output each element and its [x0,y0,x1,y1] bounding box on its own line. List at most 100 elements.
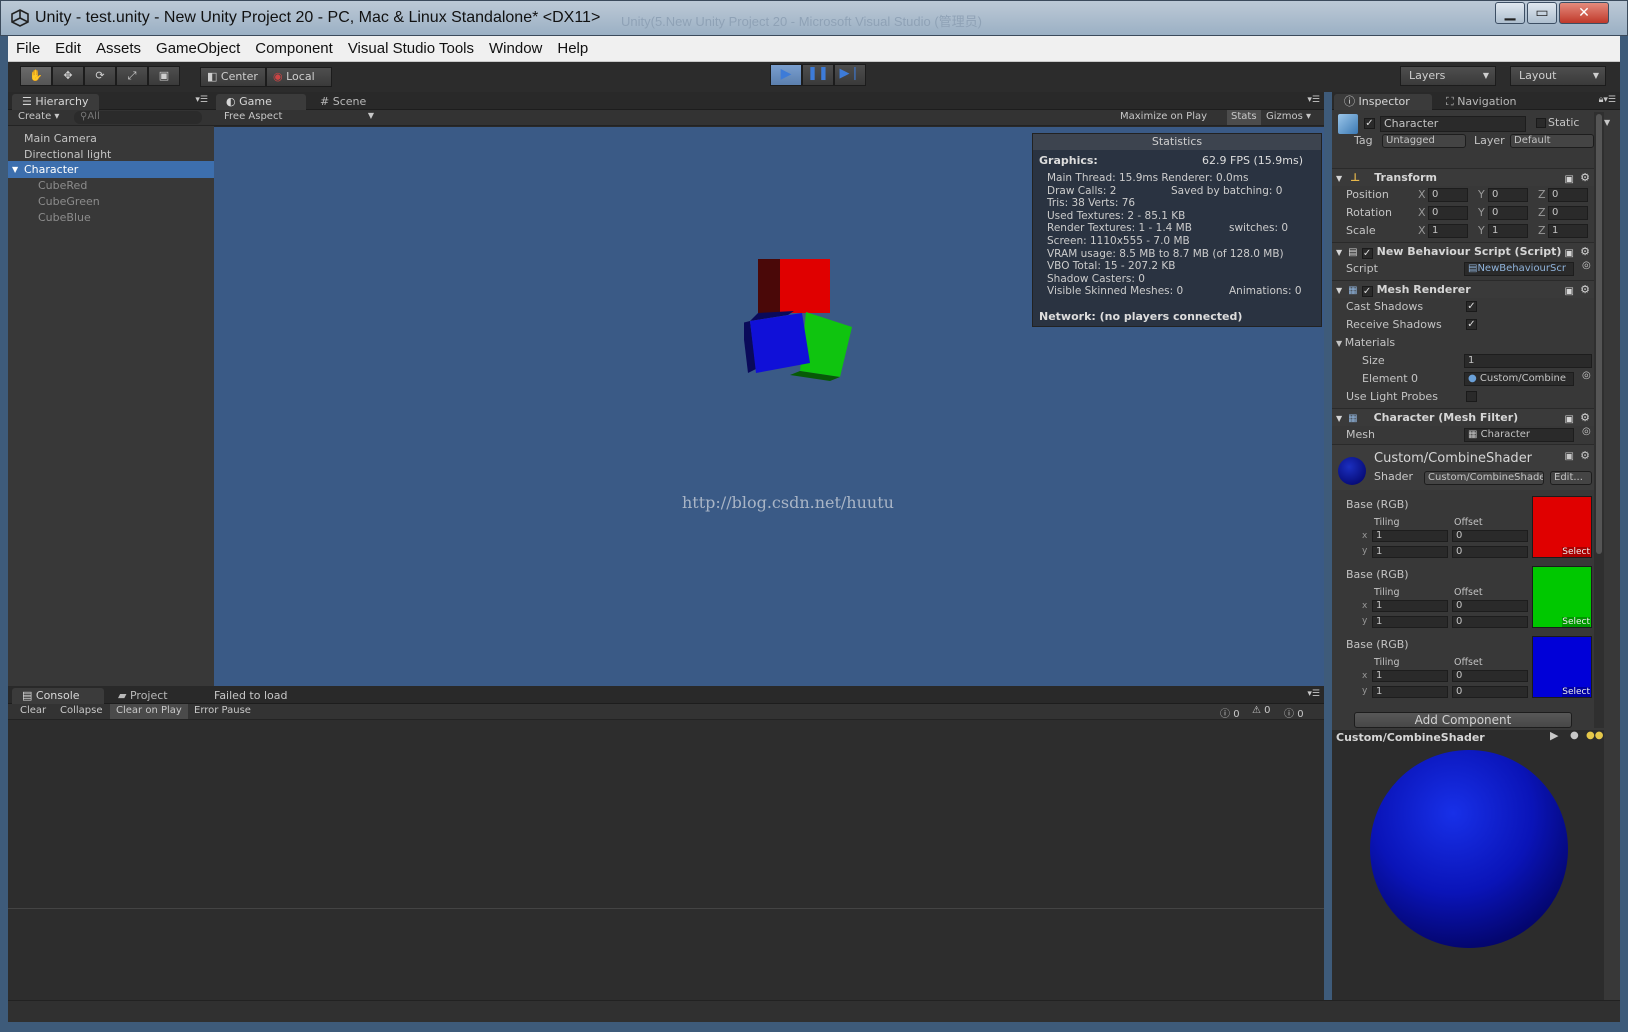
texture-select-button[interactable]: Select [1562,687,1590,697]
tab-navigation[interactable]: ⛶ Navigation [1436,94,1527,110]
offset-x-field[interactable]: 0 [1452,670,1528,682]
object-name-field[interactable]: Character [1380,116,1526,132]
hierarchy-item-cubegreen[interactable]: CubeGreen [38,193,100,210]
menu-gameobject[interactable]: GameObject [148,36,247,62]
scale-tool-icon[interactable]: ⤢ [116,66,148,86]
collapse-button[interactable]: Collapse [54,705,109,716]
script-component-header[interactable]: ▼ ▤ ✓ New Behaviour Script (Script) ▣ ⚙ [1332,242,1594,260]
script-object-field[interactable]: ▤NewBehaviourScr [1464,262,1574,276]
materials-size-field[interactable]: 1 [1464,354,1592,368]
hierarchy-item-cubered[interactable]: CubeRed [38,177,87,194]
mesh-filter-header[interactable]: ▼ ▦ Character (Mesh Filter) ▣ ⚙ [1332,408,1594,426]
shader-dropdown[interactable]: Custom/CombineShader [1424,471,1544,485]
offset-y-field[interactable]: 0 [1452,546,1528,558]
cast-shadows-checkbox[interactable]: ✓ [1466,301,1477,312]
panel-menu-icon[interactable]: ▾☰ [1307,95,1320,105]
gizmos-dropdown[interactable]: Gizmos ▾ [1266,111,1311,122]
error-count[interactable]: ⓘ 0 [1284,705,1304,720]
layout-dropdown[interactable]: Layout ▼ [1510,66,1606,86]
menu-edit[interactable]: Edit [47,36,88,62]
offset-x-field[interactable]: 0 [1452,600,1528,612]
tab-project[interactable]: ▰ Project [108,688,178,704]
preview-sphere-icon[interactable]: ● [1570,730,1579,741]
close-button[interactable]: ✕ [1559,2,1609,24]
lock-icon[interactable]: 🔒︎▾☰ [1599,95,1616,105]
scrollbar-thumb[interactable] [1596,114,1602,554]
tab-inspector[interactable]: ⓘ Inspector [1334,94,1432,110]
tab-console[interactable]: ▤ Console [12,688,104,704]
hierarchy-item-main-camera[interactable]: Main Camera [24,130,97,147]
tiling-x-field[interactable]: 1 [1372,600,1448,612]
offset-x-field[interactable]: 0 [1452,530,1528,542]
expand-arrow-icon[interactable]: ▼ [12,161,18,178]
static-checkbox[interactable] [1536,118,1546,128]
texture-swatch-green[interactable]: Select [1532,566,1592,628]
game-viewport[interactable]: http://blog.csdn.net/huutu Statistics Gr… [214,127,1324,686]
scale-y-field[interactable]: 1 [1488,224,1528,238]
materials-foldout[interactable]: ▼ Materials [1336,334,1395,351]
gear-icon[interactable]: ⚙ [1580,449,1590,462]
material-preview[interactable] [1332,746,1604,1000]
offset-y-field[interactable]: 0 [1452,686,1528,698]
minimize-button[interactable]: ▁ [1495,2,1525,24]
error-pause-toggle[interactable]: Error Pause [188,705,257,716]
preview-play-icon[interactable]: ▶ [1550,729,1558,742]
object-picker-icon[interactable]: ◎ [1582,426,1591,437]
hierarchy-item-cubeblue[interactable]: CubeBlue [38,209,91,226]
rotation-z-field[interactable]: 0 [1548,206,1588,220]
mesh-renderer-header[interactable]: ▼ ▦ ✓ Mesh Renderer ▣ ⚙ [1332,280,1594,298]
rotation-y-field[interactable]: 0 [1488,206,1528,220]
tiling-y-field[interactable]: 1 [1372,686,1448,698]
maximize-button[interactable]: ▭ [1527,2,1557,24]
preview-light-icon[interactable]: ●● [1586,730,1603,741]
script-enabled-checkbox[interactable]: ✓ [1361,248,1373,259]
texture-swatch-blue[interactable]: Select [1532,636,1592,698]
move-tool-icon[interactable]: ✥ [52,66,84,86]
tiling-x-field[interactable]: 1 [1372,670,1448,682]
scale-x-field[interactable]: 1 [1428,224,1468,238]
menu-window[interactable]: Window [481,36,549,62]
menu-assets[interactable]: Assets [88,36,148,62]
scale-z-field[interactable]: 1 [1548,224,1588,238]
help-book-icon[interactable]: ▣ [1565,411,1574,428]
tiling-y-field[interactable]: 1 [1372,546,1448,558]
transform-header[interactable]: ▼ ⊥ Transform ▣ ⚙ [1332,168,1594,186]
help-book-icon[interactable]: ▣ [1565,245,1574,262]
help-book-icon[interactable]: ▣ [1565,283,1574,300]
pause-button[interactable]: ❚❚ [802,64,834,86]
tiling-y-field[interactable]: 1 [1372,616,1448,628]
gear-icon[interactable]: ⚙ [1580,169,1590,186]
create-dropdown[interactable]: Create ▾ [18,111,59,122]
position-y-field[interactable]: 0 [1488,188,1528,202]
gear-icon[interactable]: ⚙ [1580,409,1590,426]
rect-tool-icon[interactable]: ▣ [148,66,180,86]
menu-visual-studio-tools[interactable]: Visual Studio Tools [340,36,481,62]
texture-swatch-red[interactable]: Select [1532,496,1592,558]
help-book-icon[interactable]: ▣ [1565,171,1574,188]
mesh-renderer-enabled-checkbox[interactable]: ✓ [1361,286,1373,297]
hierarchy-item-character[interactable]: ▼ Character [8,161,214,178]
gear-icon[interactable]: ⚙ [1580,281,1590,298]
offset-y-field[interactable]: 0 [1452,616,1528,628]
stats-toggle[interactable]: Stats [1227,110,1261,125]
clear-on-play-toggle[interactable]: Clear on Play [110,704,188,719]
rotate-tool-icon[interactable]: ⟳ [84,66,116,86]
tiling-x-field[interactable]: 1 [1372,530,1448,542]
hierarchy-search-input[interactable]: ⚲All [74,111,202,124]
mesh-object-field[interactable]: ▦ Character [1464,428,1574,442]
info-count[interactable]: ⓘ 0 [1220,705,1240,720]
texture-select-button[interactable]: Select [1562,617,1590,627]
gear-icon[interactable]: ⚙ [1580,243,1590,260]
object-picker-icon[interactable]: ◎ [1582,260,1591,271]
chevron-down-icon[interactable]: ▼ [1604,118,1610,127]
tab-game[interactable]: ◐ Game [216,94,306,110]
receive-shadows-checkbox[interactable]: ✓ [1466,319,1477,330]
panel-menu-icon[interactable]: ▾☰ [1307,689,1320,699]
position-x-field[interactable]: 0 [1428,188,1468,202]
use-light-probes-checkbox[interactable] [1466,391,1477,402]
maximize-on-play-toggle[interactable]: Maximize on Play [1120,111,1207,122]
object-picker-icon[interactable]: ◎ [1582,370,1591,381]
layers-dropdown[interactable]: Layers ▼ [1400,66,1496,86]
clear-button[interactable]: Clear [14,705,52,716]
help-book-icon[interactable]: ▣ [1565,451,1574,462]
